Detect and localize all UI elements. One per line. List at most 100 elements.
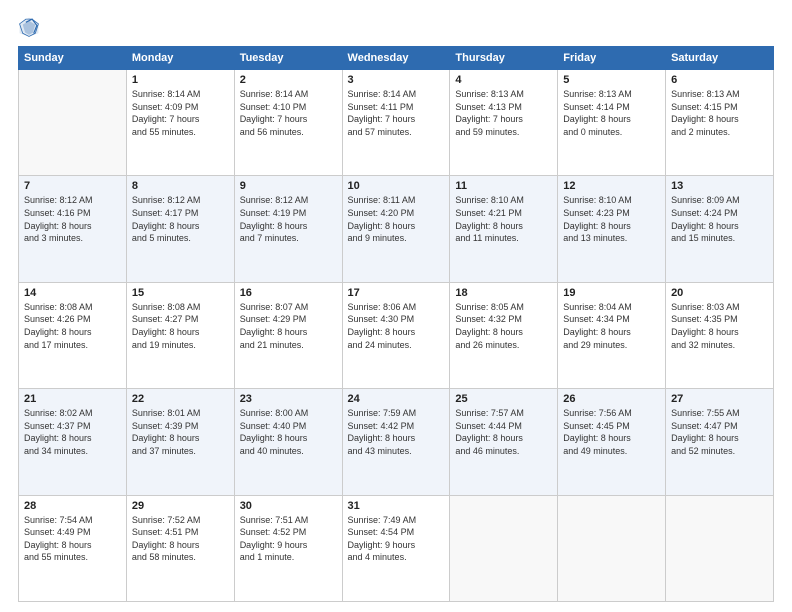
- day-info: Sunrise: 8:06 AM Sunset: 4:30 PM Dayligh…: [348, 301, 445, 351]
- calendar-cell: 21 Sunrise: 8:02 AM Sunset: 4:37 PM Dayli…: [19, 389, 127, 495]
- day-info: Sunrise: 8:00 AM Sunset: 4:40 PM Dayligh…: [240, 407, 337, 457]
- day-info: Sunrise: 8:05 AM Sunset: 4:32 PM Dayligh…: [455, 301, 552, 351]
- day-number: 19: [563, 287, 660, 299]
- day-number: 20: [671, 287, 768, 299]
- calendar-cell: 9 Sunrise: 8:12 AM Sunset: 4:19 PM Daylig…: [234, 176, 342, 282]
- calendar-cell: 10 Sunrise: 8:11 AM Sunset: 4:20 PM Dayli…: [342, 176, 450, 282]
- day-number: 14: [24, 287, 121, 299]
- day-info: Sunrise: 8:12 AM Sunset: 4:19 PM Dayligh…: [240, 194, 337, 244]
- day-info: Sunrise: 8:12 AM Sunset: 4:17 PM Dayligh…: [132, 194, 229, 244]
- weekday-header-friday: Friday: [558, 47, 666, 70]
- day-number: 10: [348, 180, 445, 192]
- logo-icon: [18, 16, 40, 38]
- day-number: 26: [563, 393, 660, 405]
- day-number: 5: [563, 74, 660, 86]
- day-info: Sunrise: 7:57 AM Sunset: 4:44 PM Dayligh…: [455, 407, 552, 457]
- day-number: 27: [671, 393, 768, 405]
- weekday-header-sunday: Sunday: [19, 47, 127, 70]
- day-info: Sunrise: 7:56 AM Sunset: 4:45 PM Dayligh…: [563, 407, 660, 457]
- calendar-week-row: 7Sunrise: 8:12 AM Sunset: 4:16 PM Daylig…: [19, 176, 774, 282]
- calendar-cell: 23Sunrise: 8:00 AM Sunset: 4:40 PM Dayli…: [234, 389, 342, 495]
- day-info: Sunrise: 7:54 AM Sunset: 4:49 PM Dayligh…: [24, 514, 121, 564]
- calendar-cell: 19 Sunrise: 8:04 AM Sunset: 4:34 PM Dayli…: [558, 282, 666, 388]
- calendar-cell: 29 Sunrise: 7:52 AM Sunset: 4:51 PM Dayli…: [126, 495, 234, 601]
- day-number: 21: [24, 393, 121, 405]
- day-number: 18: [455, 287, 552, 299]
- calendar-cell: 20Sunrise: 8:03 AM Sunset: 4:35 PM Dayli…: [666, 282, 774, 388]
- calendar-week-row: 1 Sunrise: 8:14 AM Sunset: 4:09 PM Daylig…: [19, 70, 774, 176]
- day-number: 6: [671, 74, 768, 86]
- day-info: Sunrise: 8:13 AM Sunset: 4:13 PM Dayligh…: [455, 88, 552, 138]
- day-info: Sunrise: 8:10 AM Sunset: 4:23 PM Dayligh…: [563, 194, 660, 244]
- day-number: 3: [348, 74, 445, 86]
- weekday-header-saturday: Saturday: [666, 47, 774, 70]
- day-info: Sunrise: 8:08 AM Sunset: 4:27 PM Dayligh…: [132, 301, 229, 351]
- day-number: 29: [132, 500, 229, 512]
- calendar-cell: 25Sunrise: 7:57 AM Sunset: 4:44 PM Dayli…: [450, 389, 558, 495]
- day-info: Sunrise: 8:13 AM Sunset: 4:15 PM Dayligh…: [671, 88, 768, 138]
- calendar-cell: 13Sunrise: 8:09 AM Sunset: 4:24 PM Dayli…: [666, 176, 774, 282]
- calendar-cell: 18 Sunrise: 8:05 AM Sunset: 4:32 PM Dayli…: [450, 282, 558, 388]
- day-number: 16: [240, 287, 337, 299]
- logo: [18, 16, 42, 38]
- calendar-week-row: 21 Sunrise: 8:02 AM Sunset: 4:37 PM Dayli…: [19, 389, 774, 495]
- calendar-cell: [19, 70, 127, 176]
- calendar-cell: 22Sunrise: 8:01 AM Sunset: 4:39 PM Dayli…: [126, 389, 234, 495]
- day-number: 9: [240, 180, 337, 192]
- day-number: 11: [455, 180, 552, 192]
- day-info: Sunrise: 7:52 AM Sunset: 4:51 PM Dayligh…: [132, 514, 229, 564]
- day-info: Sunrise: 8:08 AM Sunset: 4:26 PM Dayligh…: [24, 301, 121, 351]
- calendar-cell: 28 Sunrise: 7:54 AM Sunset: 4:49 PM Dayli…: [19, 495, 127, 601]
- day-info: Sunrise: 8:01 AM Sunset: 4:39 PM Dayligh…: [132, 407, 229, 457]
- calendar-cell: 30 Sunrise: 7:51 AM Sunset: 4:52 PM Dayli…: [234, 495, 342, 601]
- calendar-cell: 12 Sunrise: 8:10 AM Sunset: 4:23 PM Dayli…: [558, 176, 666, 282]
- day-info: Sunrise: 8:12 AM Sunset: 4:16 PM Dayligh…: [24, 194, 121, 244]
- day-info: Sunrise: 8:13 AM Sunset: 4:14 PM Dayligh…: [563, 88, 660, 138]
- day-info: Sunrise: 8:04 AM Sunset: 4:34 PM Dayligh…: [563, 301, 660, 351]
- calendar-cell: 26 Sunrise: 7:56 AM Sunset: 4:45 PM Dayli…: [558, 389, 666, 495]
- calendar-cell: 14 Sunrise: 8:08 AM Sunset: 4:26 PM Dayli…: [19, 282, 127, 388]
- weekday-header-wednesday: Wednesday: [342, 47, 450, 70]
- calendar-cell: 31 Sunrise: 7:49 AM Sunset: 4:54 PM Dayli…: [342, 495, 450, 601]
- day-info: Sunrise: 8:10 AM Sunset: 4:21 PM Dayligh…: [455, 194, 552, 244]
- weekday-header-row: SundayMondayTuesdayWednesdayThursdayFrid…: [19, 47, 774, 70]
- calendar-table: SundayMondayTuesdayWednesdayThursdayFrid…: [18, 46, 774, 602]
- day-number: 13: [671, 180, 768, 192]
- weekday-header-tuesday: Tuesday: [234, 47, 342, 70]
- day-info: Sunrise: 8:14 AM Sunset: 4:09 PM Dayligh…: [132, 88, 229, 138]
- day-number: 2: [240, 74, 337, 86]
- day-info: Sunrise: 8:07 AM Sunset: 4:29 PM Dayligh…: [240, 301, 337, 351]
- calendar-cell: 16 Sunrise: 8:07 AM Sunset: 4:29 PM Dayli…: [234, 282, 342, 388]
- calendar-cell: [558, 495, 666, 601]
- day-info: Sunrise: 7:59 AM Sunset: 4:42 PM Dayligh…: [348, 407, 445, 457]
- day-number: 1: [132, 74, 229, 86]
- day-info: Sunrise: 7:49 AM Sunset: 4:54 PM Dayligh…: [348, 514, 445, 564]
- calendar-cell: 7Sunrise: 8:12 AM Sunset: 4:16 PM Daylig…: [19, 176, 127, 282]
- day-info: Sunrise: 8:14 AM Sunset: 4:11 PM Dayligh…: [348, 88, 445, 138]
- day-number: 24: [348, 393, 445, 405]
- day-number: 31: [348, 500, 445, 512]
- calendar-cell: 11 Sunrise: 8:10 AM Sunset: 4:21 PM Dayli…: [450, 176, 558, 282]
- day-info: Sunrise: 8:02 AM Sunset: 4:37 PM Dayligh…: [24, 407, 121, 457]
- calendar-cell: 6 Sunrise: 8:13 AM Sunset: 4:15 PM Daylig…: [666, 70, 774, 176]
- calendar-cell: [450, 495, 558, 601]
- day-info: Sunrise: 7:51 AM Sunset: 4:52 PM Dayligh…: [240, 514, 337, 564]
- header: [18, 16, 774, 38]
- calendar-cell: 24 Sunrise: 7:59 AM Sunset: 4:42 PM Dayli…: [342, 389, 450, 495]
- weekday-header-thursday: Thursday: [450, 47, 558, 70]
- calendar-week-row: 28 Sunrise: 7:54 AM Sunset: 4:49 PM Dayli…: [19, 495, 774, 601]
- day-number: 12: [563, 180, 660, 192]
- day-number: 4: [455, 74, 552, 86]
- calendar-cell: 2 Sunrise: 8:14 AM Sunset: 4:10 PM Daylig…: [234, 70, 342, 176]
- day-number: 30: [240, 500, 337, 512]
- calendar-cell: 17Sunrise: 8:06 AM Sunset: 4:30 PM Dayli…: [342, 282, 450, 388]
- day-info: Sunrise: 8:11 AM Sunset: 4:20 PM Dayligh…: [348, 194, 445, 244]
- day-number: 28: [24, 500, 121, 512]
- calendar-cell: 3 Sunrise: 8:14 AM Sunset: 4:11 PM Daylig…: [342, 70, 450, 176]
- calendar-cell: [666, 495, 774, 601]
- calendar-cell: 8Sunrise: 8:12 AM Sunset: 4:17 PM Daylig…: [126, 176, 234, 282]
- calendar-week-row: 14 Sunrise: 8:08 AM Sunset: 4:26 PM Dayli…: [19, 282, 774, 388]
- day-info: Sunrise: 8:14 AM Sunset: 4:10 PM Dayligh…: [240, 88, 337, 138]
- calendar-cell: 27 Sunrise: 7:55 AM Sunset: 4:47 PM Dayli…: [666, 389, 774, 495]
- day-info: Sunrise: 7:55 AM Sunset: 4:47 PM Dayligh…: [671, 407, 768, 457]
